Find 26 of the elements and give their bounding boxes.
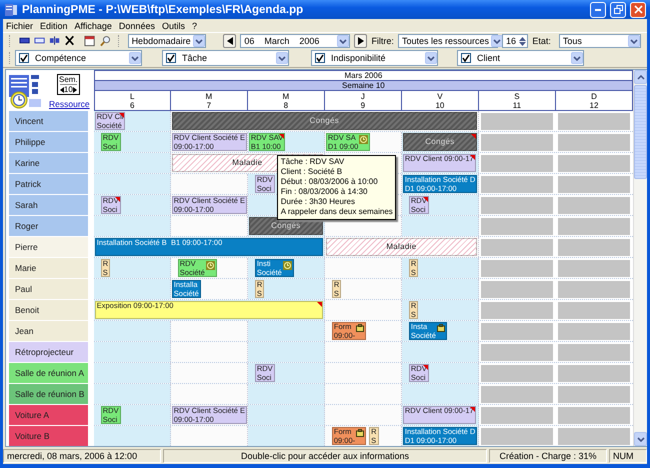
day-letter: M bbox=[205, 92, 212, 101]
day-letter: J bbox=[360, 92, 365, 101]
status-hint: Double-clic pour accéder aux informations bbox=[163, 449, 487, 463]
week-number: 10 bbox=[64, 85, 73, 94]
day-letter: V bbox=[437, 92, 443, 101]
day-number: 7 bbox=[206, 101, 212, 110]
day-number: 6 bbox=[130, 101, 134, 110]
status-mode: Création - Charge : 31% bbox=[489, 449, 607, 463]
day-letter: S bbox=[514, 92, 520, 101]
day-letter: D bbox=[591, 92, 597, 101]
day-number: 9 bbox=[360, 101, 366, 110]
status-num-lock: NUM bbox=[609, 449, 647, 463]
unit-label: Sem. bbox=[59, 75, 78, 84]
status-date: mercredi, 08 mars, 2006 à 12:00 bbox=[3, 449, 161, 463]
filter-label: Filtre: bbox=[371, 36, 394, 46]
day-letter: M bbox=[282, 92, 290, 101]
month-header: Mars 2006 bbox=[94, 70, 634, 81]
state-label: Etat: bbox=[532, 36, 551, 46]
day-letter: L bbox=[130, 92, 134, 101]
day-number: 8 bbox=[284, 101, 288, 110]
week-header: Semaine 10 bbox=[94, 81, 634, 91]
day-number: 12 bbox=[590, 101, 598, 110]
tooltip: Tâche : RDV SAV Client : Société B Début : 08/03/2006 à 10:00 Fin : 08/03/2006 à 14:30 Durée : 3h30 Heures A rappeler dans deux semaines bbox=[276, 155, 396, 220]
day-number: 11 bbox=[512, 101, 522, 110]
day-number: 10 bbox=[435, 101, 444, 110]
window-title: PlanningPME - P:\WEB\ftp\Exemples\FR\Agenda.pp bbox=[22, 4, 304, 16]
